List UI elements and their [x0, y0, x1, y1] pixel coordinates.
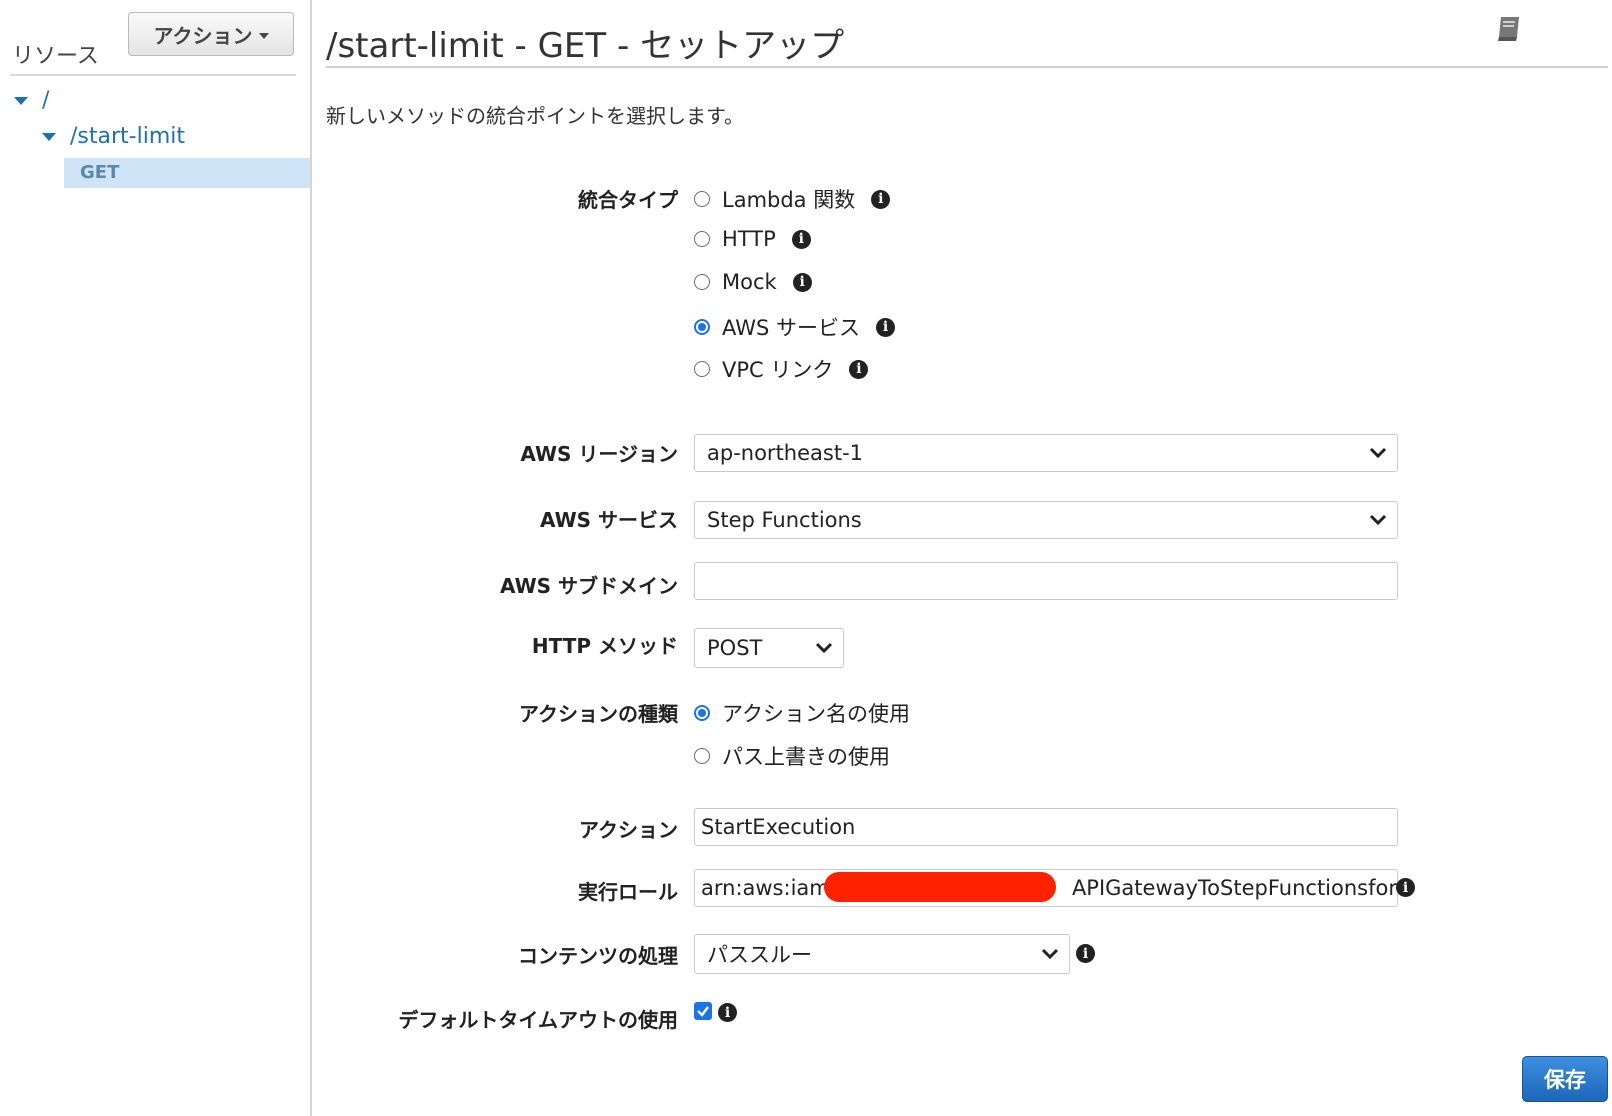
radio-label[interactable]: Mock — [722, 270, 777, 294]
radio-button[interactable] — [694, 361, 710, 377]
radio-label[interactable]: アクション名の使用 — [722, 698, 910, 728]
radio-label[interactable]: VPC リンク — [722, 354, 833, 384]
radio-option-aws-service[interactable]: AWS サービス i — [694, 312, 895, 342]
action-value: StartExecution — [701, 815, 856, 839]
expand-triangle-icon[interactable] — [14, 96, 28, 105]
radio-label[interactable]: AWS サービス — [722, 312, 860, 342]
aws-service-label: AWS サービス — [539, 508, 678, 532]
action-input[interactable]: StartExecution — [694, 808, 1398, 846]
content-handling-select[interactable]: パススルー — [694, 934, 1070, 974]
info-icon[interactable]: i — [792, 272, 812, 292]
chevron-down-icon — [1369, 447, 1387, 459]
radio-option-lambda[interactable]: Lambda 関数 i — [694, 184, 891, 214]
info-icon[interactable]: i — [1396, 878, 1415, 897]
default-timeout-label: デフォルトタイムアウトの使用 — [398, 1008, 678, 1032]
content-handling-value: パススルー — [707, 943, 812, 967]
title-divider — [326, 66, 1608, 68]
radio-option-path-override[interactable]: パス上書きの使用 — [694, 741, 890, 771]
page-title: /start-limit - GET - セットアップ — [326, 26, 845, 66]
aws-service-value: Step Functions — [707, 508, 862, 532]
radio-label[interactable]: Lambda 関数 — [722, 184, 855, 214]
radio-option-mock[interactable]: Mock i — [694, 270, 812, 294]
tree-item-start-limit[interactable]: /start-limit — [42, 124, 185, 149]
expand-triangle-icon[interactable] — [42, 132, 56, 141]
checkmark-icon — [697, 1006, 709, 1017]
chevron-down-icon — [815, 642, 833, 654]
execution-role-prefix: arn:aws:iam:: — [701, 876, 844, 900]
actions-dropdown-button[interactable]: アクション — [128, 12, 294, 56]
radio-button-selected[interactable] — [694, 705, 710, 721]
info-icon[interactable]: i — [718, 1003, 737, 1022]
radio-button[interactable] — [694, 748, 710, 764]
execution-role-suffix: APIGatewayToStepFunctionsfor — [1071, 876, 1397, 900]
radio-button[interactable] — [694, 274, 710, 290]
info-icon[interactable]: i — [849, 359, 869, 379]
actions-button-label: アクション — [153, 23, 253, 48]
chevron-down-icon — [1369, 514, 1387, 526]
default-timeout-checkbox[interactable] — [694, 1002, 712, 1020]
http-method-value: POST — [707, 636, 763, 660]
aws-region-label: AWS リージョン — [520, 442, 678, 466]
page-description: 新しいメソッドの統合ポイントを選択します。 — [326, 104, 744, 128]
aws-service-select[interactable]: Step Functions — [694, 501, 1398, 539]
save-button[interactable]: 保存 — [1522, 1056, 1608, 1102]
radio-button-selected[interactable] — [694, 319, 710, 335]
radio-option-action-name[interactable]: アクション名の使用 — [694, 698, 910, 728]
aws-subdomain-label: AWS サブドメイン — [499, 574, 678, 598]
content-handling-label: コンテンツの処理 — [518, 944, 678, 968]
info-icon[interactable]: i — [1076, 944, 1095, 963]
sidebar-header: リソース アクション — [10, 10, 296, 76]
tree-item-label[interactable]: / — [42, 88, 49, 113]
radio-button[interactable] — [694, 191, 710, 207]
radio-option-http[interactable]: HTTP i — [694, 227, 811, 251]
book-icon[interactable] — [1494, 14, 1524, 44]
integration-type-label: 統合タイプ — [578, 188, 678, 212]
radio-label[interactable]: HTTP — [722, 227, 776, 251]
radio-button[interactable] — [694, 231, 710, 247]
tree-item-root[interactable]: / — [14, 88, 49, 113]
chevron-down-icon — [1041, 948, 1059, 960]
radio-option-vpc-link[interactable]: VPC リンク i — [694, 354, 869, 384]
action-type-label: アクションの種類 — [519, 702, 678, 726]
info-icon[interactable]: i — [871, 189, 891, 209]
redaction-mark — [824, 872, 1056, 902]
action-label: アクション — [579, 818, 678, 842]
caret-down-icon — [258, 32, 269, 39]
http-method-label: HTTP メソッド — [531, 634, 678, 658]
tree-item-label[interactable]: /start-limit — [70, 124, 185, 149]
aws-region-value: ap-northeast-1 — [707, 441, 864, 465]
radio-label[interactable]: パス上書きの使用 — [722, 741, 890, 771]
tree-item-get-selected[interactable]: GET — [64, 158, 310, 188]
aws-region-select[interactable]: ap-northeast-1 — [694, 434, 1398, 472]
sidebar-title: リソース — [12, 44, 99, 69]
http-method-select[interactable]: POST — [694, 628, 844, 668]
info-icon[interactable]: i — [876, 317, 895, 337]
aws-subdomain-input[interactable] — [694, 562, 1398, 600]
execution-role-label: 実行ロール — [578, 880, 678, 904]
info-icon[interactable]: i — [791, 229, 811, 249]
tree-item-label[interactable]: GET — [80, 162, 119, 183]
resources-sidebar: リソース アクション / /start-limit GET — [0, 0, 312, 1116]
